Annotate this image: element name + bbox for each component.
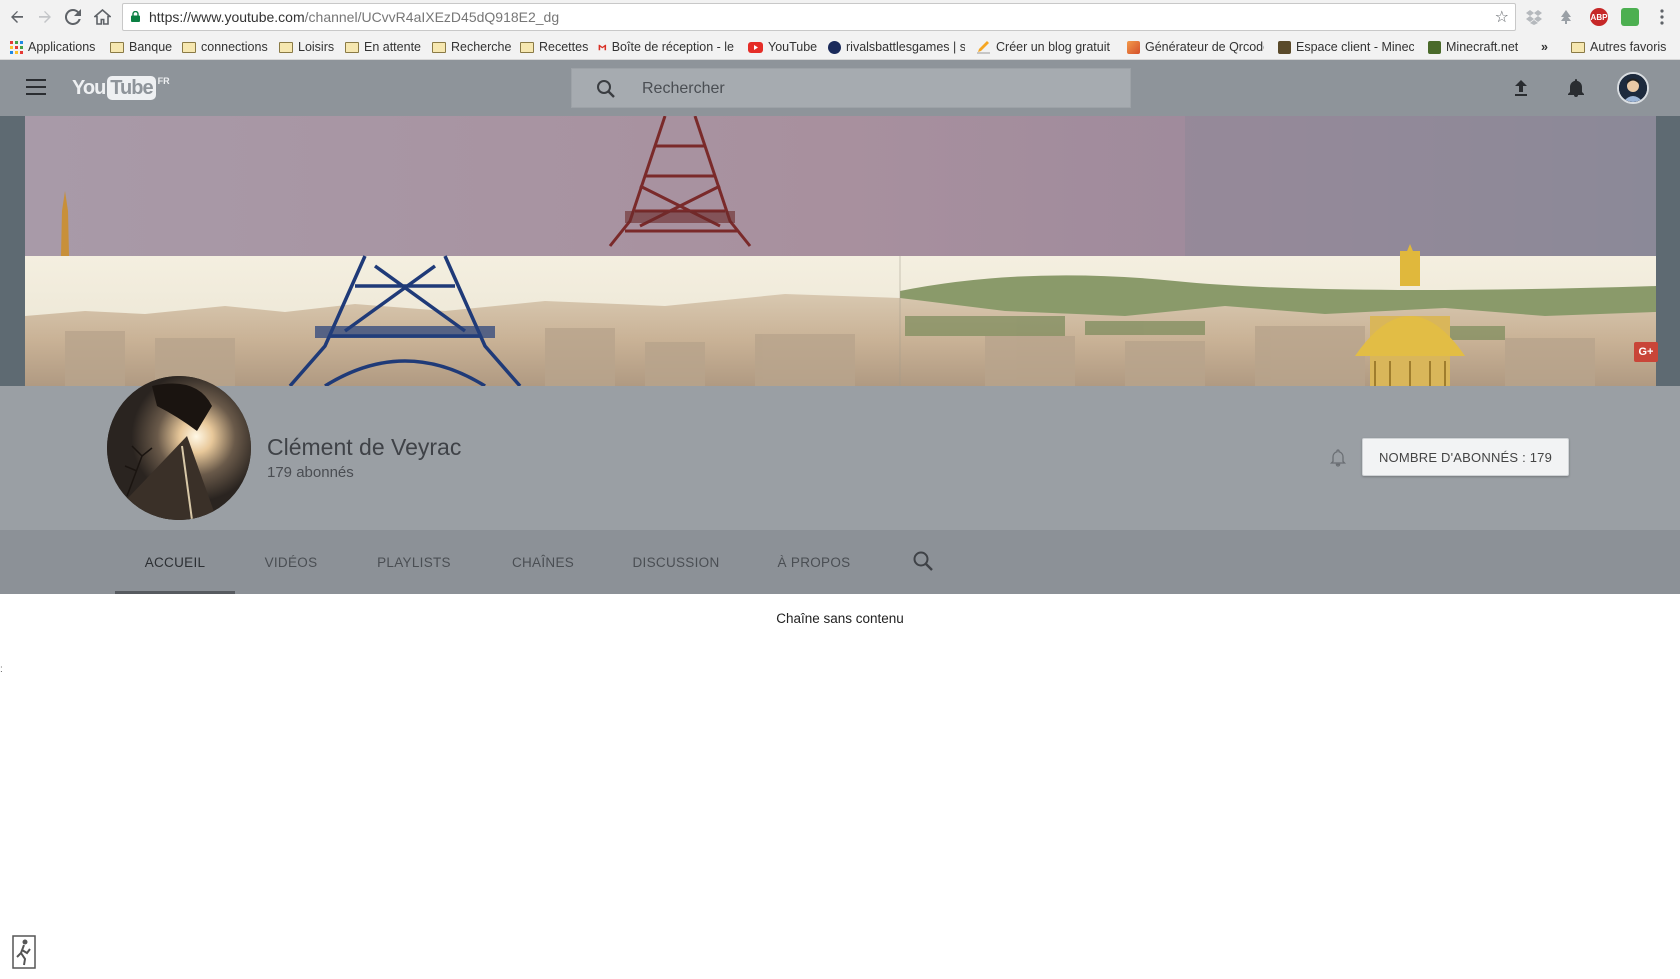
folder-icon xyxy=(345,41,359,53)
bookmark-label: En attente xyxy=(364,40,421,54)
bookmark-minecraft-net[interactable]: Minecraft.net xyxy=(1428,38,1518,56)
bookmark-label: Recherche xyxy=(451,40,512,54)
url-text: https://www.youtube.com/channel/UCvvR4aI… xyxy=(149,9,559,25)
youtube-header: You Tube FR xyxy=(0,60,1680,116)
folder-icon xyxy=(182,41,196,53)
bookmarks-bar: Applications Banque connections Loisirs … xyxy=(0,34,1680,60)
tree-extension-icon[interactable] xyxy=(1557,8,1575,26)
edge-marker: : xyxy=(0,664,3,675)
home-icon[interactable] xyxy=(91,6,113,28)
bookmark-espace-client[interactable]: Espace client - Minecr xyxy=(1278,38,1414,56)
tab-chaines[interactable]: CHAÎNES xyxy=(505,530,581,594)
bookmark-en-attente[interactable]: En attente xyxy=(345,38,421,56)
channel-avatar[interactable] xyxy=(107,376,251,520)
green-extension-icon[interactable] xyxy=(1621,8,1639,26)
lock-icon xyxy=(131,11,140,22)
bookmark-label: Espace client - Minecr xyxy=(1296,40,1414,54)
bookmarks-overflow[interactable]: » xyxy=(1541,38,1548,56)
bookmark-label: Recettes xyxy=(539,40,589,54)
bookmark-applications[interactable]: Applications xyxy=(10,38,95,56)
bookmark-gmail[interactable]: Boîte de réception - le xyxy=(598,38,734,56)
apps-grid-icon xyxy=(10,40,23,54)
tab-discussion[interactable]: DISCUSSION xyxy=(627,530,725,594)
exit-running-person-icon[interactable] xyxy=(12,935,36,969)
bookmark-label: Minecraft.net xyxy=(1446,40,1519,54)
minecraft-icon xyxy=(1278,40,1291,54)
bookmark-other[interactable]: Autres favoris xyxy=(1571,38,1666,56)
empty-channel-message: Chaîne sans contenu xyxy=(776,611,904,626)
forward-icon[interactable] xyxy=(34,6,56,28)
channel-name: Clément de Veyrac xyxy=(267,434,462,460)
hamburger-menu-icon[interactable] xyxy=(26,79,46,95)
tab-playlists[interactable]: PLAYLISTS xyxy=(371,530,457,594)
url-domain: https://www.youtube.com xyxy=(149,9,305,25)
youtube-logo[interactable]: You Tube FR xyxy=(72,76,170,100)
adblock-extension-icon[interactable]: ABP xyxy=(1590,8,1608,26)
back-icon[interactable] xyxy=(6,6,28,28)
search-box[interactable] xyxy=(571,68,1131,108)
upload-icon[interactable] xyxy=(1509,76,1533,100)
channel-subscriber-count: 179 abonnés xyxy=(267,464,354,481)
bookmark-star-icon[interactable]: ☆ xyxy=(1495,7,1509,27)
folder-icon xyxy=(279,41,293,53)
pencil-icon xyxy=(977,41,990,54)
bookmark-creer-blog[interactable]: Créer un blog gratuit xyxy=(976,38,1110,56)
google-plus-link-icon[interactable]: G+ xyxy=(1634,342,1658,362)
reload-icon[interactable] xyxy=(62,6,84,28)
folder-icon xyxy=(432,41,446,53)
bookmark-label: Loisirs xyxy=(298,40,335,54)
tab-videos[interactable]: VIDÉOS xyxy=(255,530,327,594)
notifications-bell-icon[interactable] xyxy=(1564,76,1588,100)
bookmark-connections[interactable]: connections xyxy=(182,38,268,56)
notification-bell-icon[interactable] xyxy=(1328,448,1348,468)
qrcode-icon xyxy=(1127,40,1140,54)
gmail-icon xyxy=(598,44,607,50)
account-avatar[interactable] xyxy=(1617,72,1649,104)
bookmark-label: Boîte de réception - le xyxy=(611,40,734,54)
folder-icon xyxy=(520,41,534,53)
bookmark-loisirs[interactable]: Loisirs xyxy=(279,38,334,56)
channel-tabs: ACCUEIL VIDÉOS PLAYLISTS CHAÎNES DISCUSS… xyxy=(0,530,1680,594)
dropbox-extension-icon[interactable] xyxy=(1525,8,1543,26)
bookmark-banque[interactable]: Banque xyxy=(110,38,172,56)
browser-toolbar: https://www.youtube.com/channel/UCvvR4aI… xyxy=(0,0,1680,34)
tab-a-propos[interactable]: À PROPOS xyxy=(772,530,856,594)
address-bar[interactable]: https://www.youtube.com/channel/UCvvR4aI… xyxy=(122,3,1516,31)
channel-banner-image xyxy=(25,116,1656,386)
tab-accueil[interactable]: ACCUEIL xyxy=(115,530,235,594)
menu-kebab-icon[interactable] xyxy=(1651,6,1673,28)
bookmark-label: Créer un blog gratuit xyxy=(996,40,1110,54)
channel-search-icon[interactable] xyxy=(912,550,934,572)
bookmark-recherche[interactable]: Recherche xyxy=(432,38,511,56)
subscriber-count-button[interactable]: NOMBRE D'ABONNÉS : 179 xyxy=(1362,438,1569,476)
search-input[interactable] xyxy=(642,78,1102,100)
bookmark-qrcode[interactable]: Générateur de Qrcode xyxy=(1127,38,1264,56)
logo-you: You xyxy=(72,77,106,99)
folder-icon xyxy=(1571,41,1585,53)
bookmark-recettes[interactable]: Recettes xyxy=(520,38,588,56)
bookmark-youtube[interactable]: YouTube xyxy=(748,38,817,56)
bookmark-label: rivalsbattlesgames | si xyxy=(846,40,965,54)
logo-region: FR xyxy=(157,76,170,86)
site-icon xyxy=(828,40,841,54)
folder-icon xyxy=(110,41,124,53)
bookmark-rivalsbattlesgames[interactable]: rivalsbattlesgames | si xyxy=(828,38,965,56)
channel-banner-area xyxy=(0,116,1680,386)
logo-tube: Tube xyxy=(107,76,156,100)
bookmark-label: connections xyxy=(201,40,268,54)
bookmark-label: Banque xyxy=(129,40,173,54)
url-path: /channel/UCvvR4aIXEzD45dQ918E2_dg xyxy=(304,9,560,25)
bookmark-label: Applications xyxy=(28,40,96,54)
search-icon[interactable] xyxy=(596,79,616,99)
bookmark-label: Autres favoris xyxy=(1590,40,1667,54)
minecraft-icon xyxy=(1428,40,1441,54)
bookmark-label: YouTube xyxy=(768,40,818,54)
youtube-icon xyxy=(748,41,763,53)
bookmark-label: Générateur de Qrcode xyxy=(1145,40,1264,54)
